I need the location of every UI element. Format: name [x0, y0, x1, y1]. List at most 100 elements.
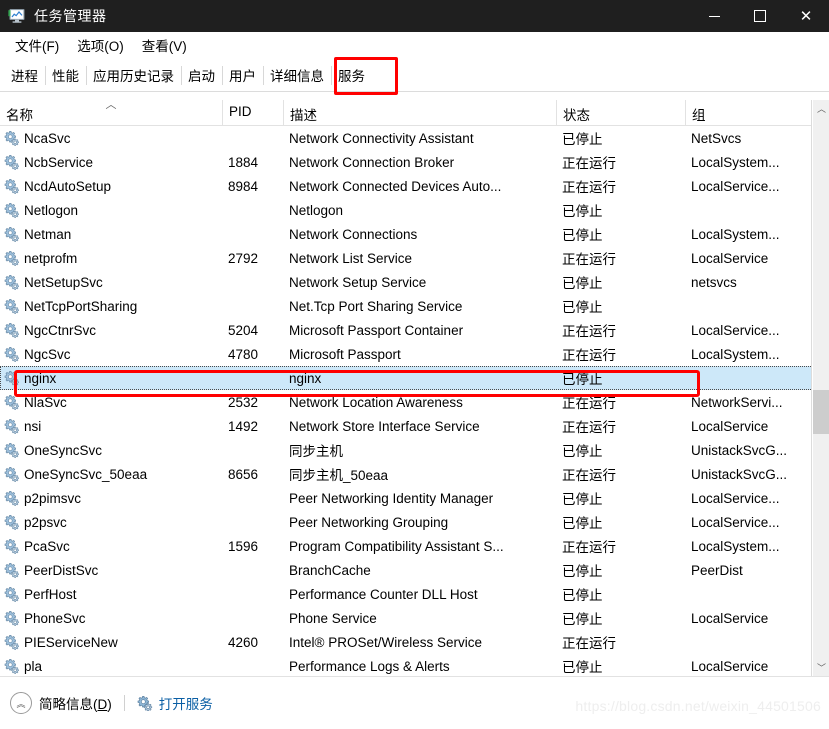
- tab-users[interactable]: 用户: [222, 61, 263, 92]
- table-row[interactable]: NcaSvc Network Connectivity Assistant 已停止 N…: [0, 126, 829, 150]
- service-gear-icon: [4, 370, 20, 386]
- cell-pid: [222, 558, 283, 582]
- cell-desc: Performance Counter DLL Host: [289, 586, 478, 602]
- cell-name-label: NcdAutoSetup: [24, 178, 112, 194]
- cell-name: p2psvc: [0, 510, 222, 534]
- cell-group: PeerDist: [691, 562, 743, 578]
- task-manager-window: 任务管理器 ✕ 文件(F) 选项(O) 查看(V) 进程 性能 应用历史记录 启…: [0, 0, 829, 729]
- table-row[interactable]: NgcSvc 4780 Microsoft Passport 正在运行 LocalSys…: [0, 342, 829, 366]
- services-gear-icon: [137, 695, 153, 711]
- tab-startup[interactable]: 启动: [181, 61, 222, 92]
- table-row[interactable]: NetSetupSvc Network Setup Service 已停止 netsv…: [0, 270, 829, 294]
- cell-state: 已停止: [562, 372, 603, 387]
- cell-name-label: PeerDistSvc: [24, 562, 99, 578]
- column-header-status[interactable]: 状态: [556, 100, 685, 125]
- cell-desc: Intel® PROSet/Wireless Service: [289, 634, 483, 650]
- table-row[interactable]: NcdAutoSetup 8984 Network Connected Device…: [0, 174, 829, 198]
- cell-desc: Microsoft Passport Container: [289, 322, 464, 338]
- cell-desc: Network Location Awareness: [289, 394, 463, 410]
- table-row[interactable]: PIEServiceNew 4260 Intel® PROSet/Wireless …: [0, 630, 829, 654]
- cell-state: 已停止: [562, 300, 603, 315]
- column-header-description[interactable]: 描述: [283, 100, 556, 125]
- table-row[interactable]: netprofm 2792 Network List Service 正在运行 Loca…: [0, 246, 829, 270]
- cell-state: 已停止: [562, 132, 603, 147]
- table-row[interactable]: PhoneSvc Phone Service 已停止 LocalService: [0, 606, 829, 630]
- cell-name-label: PhoneSvc: [24, 610, 86, 626]
- table-row[interactable]: NetTcpPortSharing Net.Tcp Port Sharing Se…: [0, 294, 829, 318]
- table-row[interactable]: PeerDistSvc BranchCache 已停止 PeerDist: [0, 558, 829, 582]
- table-row[interactable]: OneSyncSvc_50eaa 8656 同步主机_50eaa 正在运行 Unista…: [0, 462, 829, 486]
- tab-details[interactable]: 详细信息: [263, 61, 331, 92]
- table-row[interactable]: Netman Network Connections 已停止 LocalSystem.…: [0, 222, 829, 246]
- cell-name-label: OneSyncSvc: [24, 442, 103, 458]
- cell-group: [685, 294, 813, 318]
- table-row[interactable]: nginx nginx 已停止: [0, 366, 829, 390]
- cell-pid: 1492: [228, 418, 259, 434]
- scroll-up-button[interactable]: ︿: [813, 100, 829, 117]
- cell-state: 已停止: [562, 492, 603, 507]
- close-button[interactable]: ✕: [783, 0, 829, 32]
- tab-bar: 进程 性能 应用历史记录 启动 用户 详细信息 服务: [0, 58, 829, 92]
- sort-ascending-icon: ︿: [105, 100, 117, 111]
- table-row[interactable]: OneSyncSvc 同步主机 已停止 UnistackSvcG...: [0, 438, 829, 462]
- table-row[interactable]: pla Performance Logs & Alerts 已停止 LocalServ…: [0, 654, 829, 676]
- table-row[interactable]: nsi 1492 Network Store Interface Service 正在…: [0, 414, 829, 438]
- tab-performance[interactable]: 性能: [45, 61, 86, 92]
- cell-group: LocalSystem...: [691, 538, 780, 554]
- tab-processes[interactable]: 进程: [4, 61, 45, 92]
- cell-group: [685, 366, 813, 390]
- fewer-details-button[interactable]: ︽ 简略信息(D): [10, 692, 112, 714]
- cell-desc: Program Compatibility Assistant S...: [289, 538, 504, 554]
- scrollbar-thumb[interactable]: [813, 390, 829, 434]
- vertical-scrollbar[interactable]: ︿ ﹀: [812, 100, 829, 676]
- table-row[interactable]: Netlogon Netlogon 已停止: [0, 198, 829, 222]
- cell-pid: [222, 486, 283, 510]
- cell-state: 已停止: [562, 204, 603, 219]
- fewer-details-accesskey: D: [97, 697, 108, 712]
- minimize-button[interactable]: [691, 0, 737, 32]
- service-gear-icon: [4, 538, 20, 554]
- chevron-up-circle-icon: ︽: [10, 692, 32, 714]
- cell-desc: 同步主机: [289, 444, 343, 459]
- column-header-name[interactable]: 名称 ︿: [0, 100, 222, 125]
- service-gear-icon: [4, 298, 20, 314]
- cell-name-label: p2pimsvc: [24, 490, 82, 506]
- menu-view[interactable]: 查看(V): [133, 33, 196, 57]
- chevron-down-icon: ﹀: [816, 664, 826, 674]
- column-header-group[interactable]: 组: [685, 100, 813, 125]
- cell-pid: 1884: [228, 154, 259, 170]
- tab-app-history[interactable]: 应用历史记录: [86, 61, 181, 92]
- table-row[interactable]: PcaSvc 1596 Program Compatibility Assistan…: [0, 534, 829, 558]
- table-row[interactable]: NlaSvc 2532 Network Location Awareness 正在运行…: [0, 390, 829, 414]
- cell-pid: 1596: [228, 538, 259, 554]
- service-gear-icon: [4, 322, 20, 338]
- maximize-button[interactable]: [737, 0, 783, 32]
- open-services-link[interactable]: 打开服务: [137, 693, 213, 713]
- cell-name-label: pla: [24, 658, 43, 674]
- service-gear-icon: [4, 466, 20, 482]
- open-services-label: 打开服务: [158, 697, 213, 712]
- menu-file[interactable]: 文件(F): [6, 33, 68, 57]
- window-title: 任务管理器: [34, 8, 107, 24]
- cell-name: NetSetupSvc: [0, 270, 222, 294]
- services-table: 名称 ︿ PID 描述 状态 组 NcaSvc Network Connectiv…: [0, 100, 829, 676]
- cell-group: LocalService...: [691, 178, 780, 194]
- cell-name-label: NgcCtnrSvc: [24, 322, 97, 338]
- service-gear-icon: [4, 562, 20, 578]
- cell-name-label: Netlogon: [24, 202, 79, 218]
- cell-group: LocalSystem...: [691, 154, 780, 170]
- table-row[interactable]: NcbService 1884 Network Connection Broker 正…: [0, 150, 829, 174]
- tab-services[interactable]: 服务: [331, 61, 372, 92]
- cell-pid: [222, 582, 283, 606]
- cell-name: PhoneSvc: [0, 606, 222, 630]
- table-row[interactable]: NgcCtnrSvc 5204 Microsoft Passport Contain…: [0, 318, 829, 342]
- menu-options[interactable]: 选项(O): [68, 33, 133, 57]
- column-header-pid[interactable]: PID: [222, 100, 283, 125]
- scroll-down-button[interactable]: ﹀: [813, 659, 829, 676]
- cell-state: 正在运行: [562, 156, 616, 171]
- table-row[interactable]: PerfHost Performance Counter DLL Host 已停止: [0, 582, 829, 606]
- service-gear-icon: [4, 658, 20, 674]
- table-row[interactable]: p2pimsvc Peer Networking Identity Manager…: [0, 486, 829, 510]
- table-row[interactable]: p2psvc Peer Networking Grouping 已停止 LocalSe…: [0, 510, 829, 534]
- cell-pid: 4260: [228, 634, 259, 650]
